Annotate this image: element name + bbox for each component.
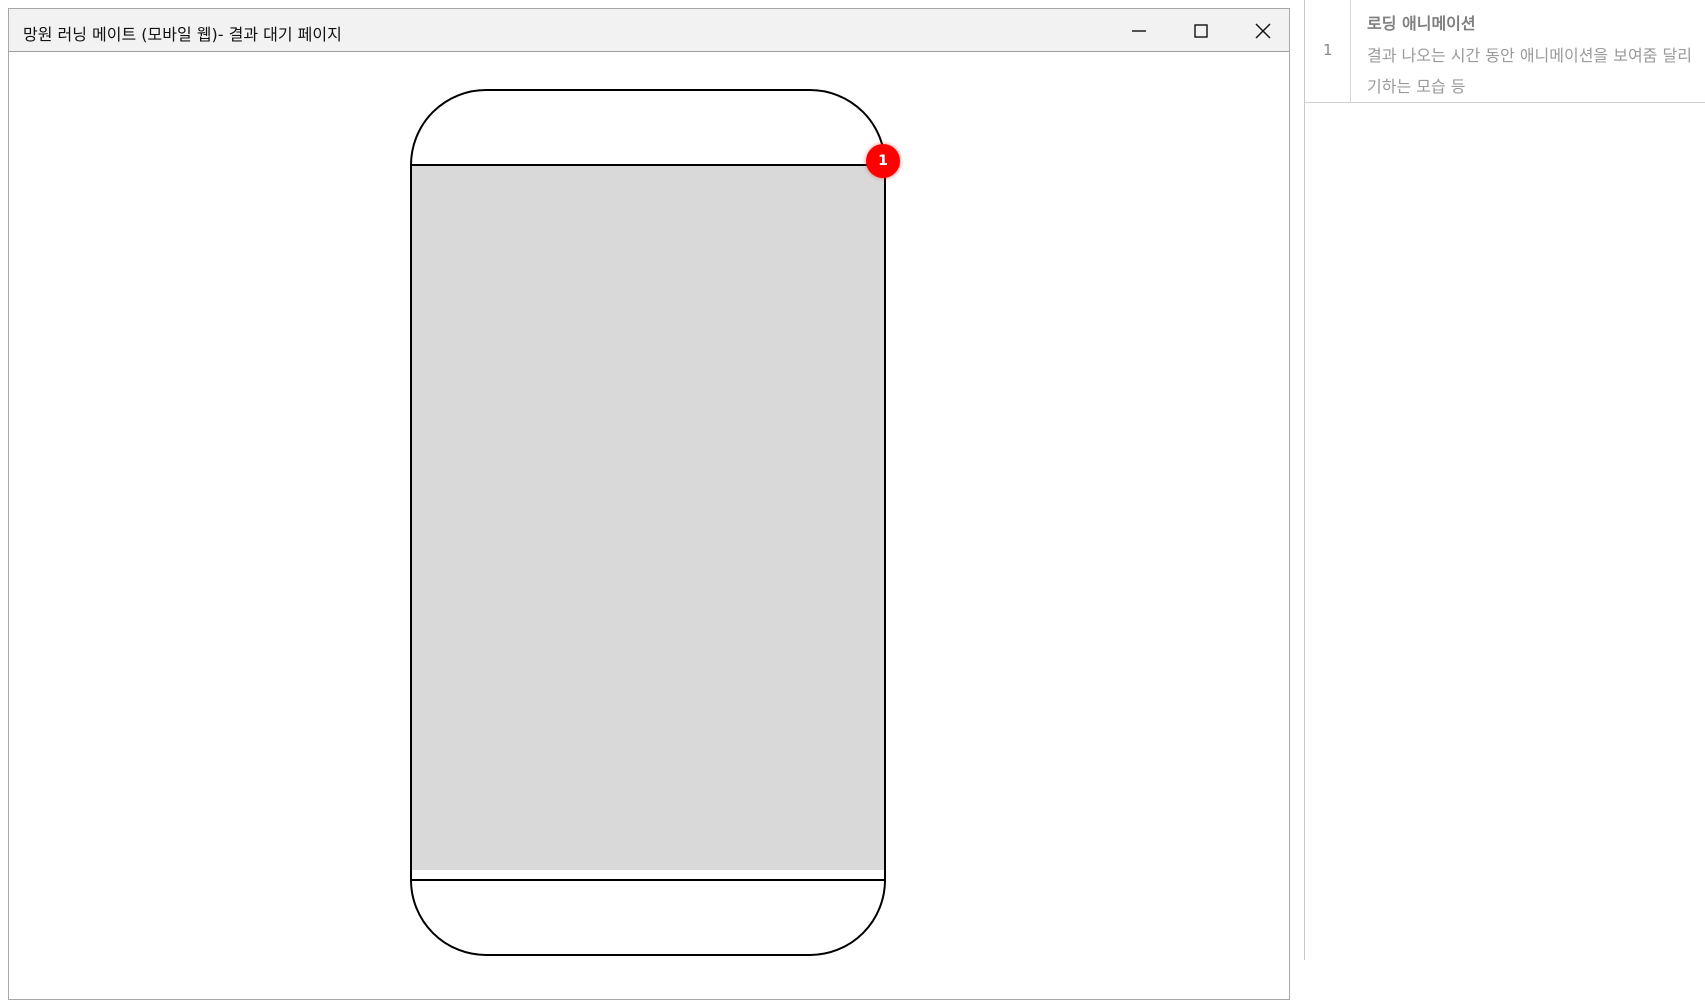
note-description: 결과 나오는 시간 동안 애니메이션을 보여줌 달리기하는 모습 등 — [1367, 46, 1692, 96]
close-icon — [1255, 23, 1271, 38]
note-title: 로딩 애니메이션 — [1367, 14, 1476, 33]
title-bar[interactable]: 망원 러닝 메이트 (모바일 웹)- 결과 대기 페이지 — [9, 9, 1289, 52]
maximize-icon — [1194, 23, 1208, 38]
minimize-icon — [1132, 29, 1146, 32]
close-button[interactable] — [1233, 9, 1293, 52]
app-window: 망원 러닝 메이트 (모바일 웹)- 결과 대기 페이지 — [8, 8, 1290, 1000]
note-number: 1 — [1323, 41, 1333, 59]
note-number-column: 1 — [1305, 0, 1351, 102]
minimize-button[interactable] — [1109, 9, 1169, 52]
maximize-button[interactable] — [1171, 9, 1231, 52]
window-title: 망원 러닝 메이트 (모바일 웹)- 결과 대기 페이지 — [23, 25, 342, 44]
annotation-marker-1[interactable]: 1 — [866, 144, 900, 178]
note-row: 1 로딩 애니메이션 결과 나오는 시간 동안 애니메이션을 보여줌 달리기하는… — [1305, 0, 1705, 103]
phone-outline — [410, 89, 886, 956]
notes-panel-divider — [1304, 0, 1305, 960]
phone-mockup — [410, 89, 886, 956]
